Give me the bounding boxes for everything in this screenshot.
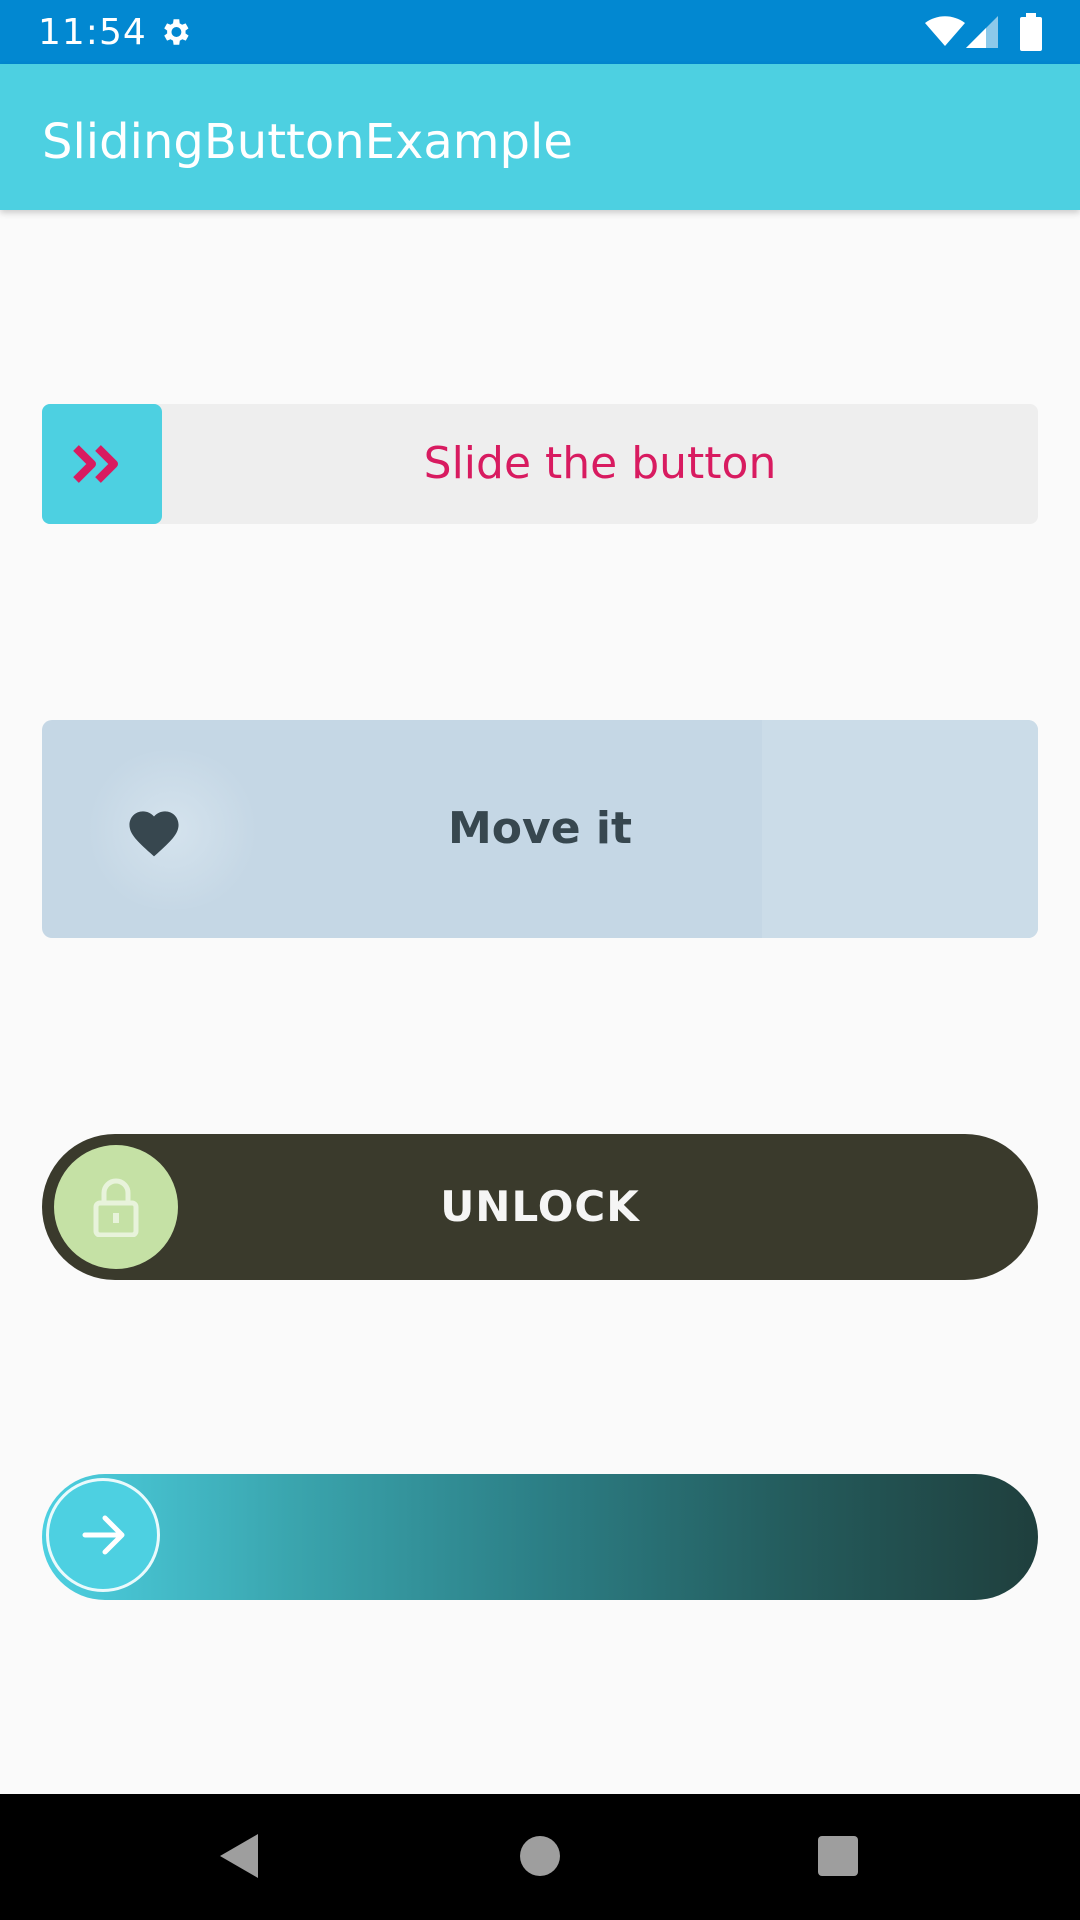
wifi-icon [925,16,965,46]
slider-label: UNLOCK [440,1182,640,1231]
slider-label: Slide the button [423,438,777,489]
back-icon[interactable] [218,1832,260,1880]
arrow-slider[interactable] [42,1474,1038,1600]
signal-icon [966,16,998,48]
slider-label [42,1474,1038,1600]
gear-icon [164,19,189,45]
recent-apps-icon[interactable] [818,1836,858,1876]
status-time: 11:54 [38,12,147,53]
home-icon[interactable] [520,1836,560,1876]
arrow-right-icon [82,1515,125,1555]
double-chevron-right-icon [73,445,118,483]
slider-label: Move it [448,803,632,854]
move-it-slider[interactable]: Move it [42,720,1038,938]
navigation-bar [0,1794,1080,1920]
app-bar: SlidingButtonExample [0,64,1080,210]
slider-handle[interactable] [46,1478,160,1592]
app-title: SlidingButtonExample [42,114,573,170]
slider-handle[interactable] [42,404,162,524]
slide-the-button-slider[interactable]: Slide the button [42,404,1038,524]
status-bar: 11:54 [0,0,1080,64]
battery-icon [1020,13,1042,51]
unlock-slider[interactable]: UNLOCK [42,1134,1038,1280]
